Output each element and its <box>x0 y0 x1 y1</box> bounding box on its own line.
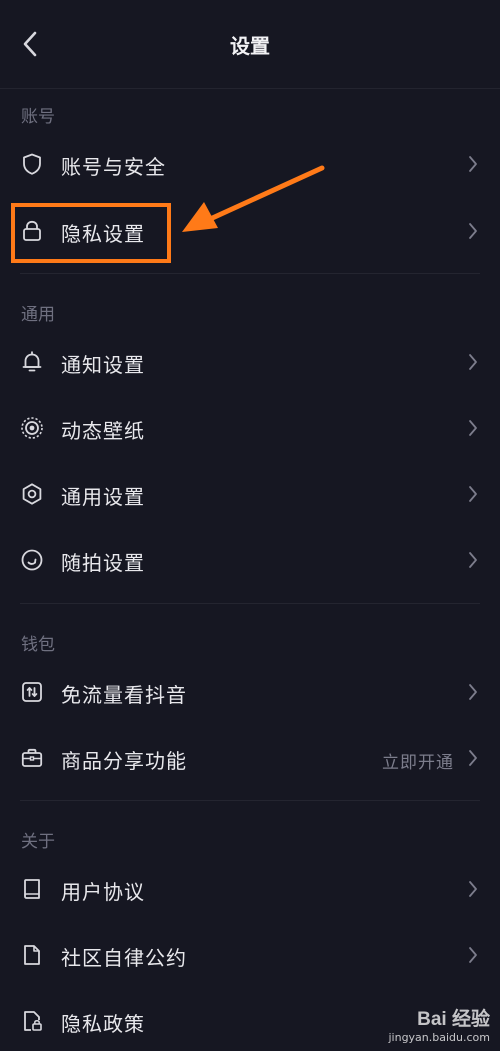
briefcase-icon <box>21 748 43 767</box>
gear-icon <box>22 483 42 505</box>
top-bar: 设置 <box>0 0 500 89</box>
menu-item-general-settings[interactable]: 通用设置 <box>0 464 500 524</box>
menu-item-label: 隐私政策 <box>61 1012 145 1036</box>
bell-icon <box>22 351 42 372</box>
menu-item-label: 账号与安全 <box>61 155 166 179</box>
baidu-jingyan-watermark: Bai 经验 jingyan.baidu.com <box>388 1004 490 1044</box>
menu-item-label: 随拍设置 <box>61 551 145 575</box>
chevron-right-icon <box>469 750 477 766</box>
chevron-right-icon <box>469 354 477 370</box>
chevron-right-icon <box>469 881 477 897</box>
watermark-url: jingyan.baidu.com <box>388 1031 490 1044</box>
book-icon <box>24 879 40 899</box>
section-divider <box>20 273 480 274</box>
menu-item-data-free[interactable]: 免流量看抖音 <box>0 662 500 722</box>
section-divider <box>20 603 480 604</box>
activate-now-link[interactable]: 立即开通 <box>382 748 454 773</box>
menu-item-label: 通知设置 <box>61 353 145 377</box>
chevron-right-icon <box>469 156 477 172</box>
document-lock-icon <box>24 1011 42 1031</box>
chevron-right-icon <box>469 552 477 568</box>
menu-item-snapshot-settings[interactable]: 随拍设置 <box>0 530 500 590</box>
section-label-account: 账号 <box>21 107 55 127</box>
chevron-right-icon <box>469 684 477 700</box>
highlight-box-annotation <box>11 203 171 263</box>
menu-item-user-agreement[interactable]: 用户协议 <box>0 859 500 919</box>
menu-item-community-guidelines[interactable]: 社区自律公约 <box>0 925 500 985</box>
menu-item-label: 动态壁纸 <box>61 419 145 443</box>
page-title: 设置 <box>230 34 270 58</box>
menu-item-live-wallpaper[interactable]: 动态壁纸 <box>0 398 500 458</box>
camera-circle-icon <box>21 549 43 571</box>
menu-item-label: 免流量看抖音 <box>61 683 187 707</box>
section-label-wallet: 钱包 <box>21 635 55 655</box>
chevron-right-icon <box>469 420 477 436</box>
live-wallpaper-icon <box>21 417 43 439</box>
chevron-right-icon <box>469 486 477 502</box>
menu-item-label: 通用设置 <box>61 485 145 509</box>
menu-item-notification-settings[interactable]: 通知设置 <box>0 332 500 392</box>
pointer-arrow-annotation <box>182 165 325 232</box>
section-label-general: 通用 <box>21 305 55 325</box>
menu-item-product-sharing[interactable]: 商品分享功能 立即开通 <box>0 728 500 788</box>
document-icon <box>24 945 40 965</box>
menu-item-label: 商品分享功能 <box>61 749 187 773</box>
section-label-about: 关于 <box>21 832 55 852</box>
section-divider <box>20 800 480 801</box>
watermark-brand: Bai 经验 <box>417 1009 490 1030</box>
shield-icon <box>23 153 41 175</box>
menu-item-label: 用户协议 <box>61 880 145 904</box>
data-free-icon <box>22 682 42 702</box>
chevron-right-icon <box>469 947 477 963</box>
menu-item-label: 社区自律公约 <box>61 946 187 970</box>
chevron-right-icon <box>469 223 477 239</box>
